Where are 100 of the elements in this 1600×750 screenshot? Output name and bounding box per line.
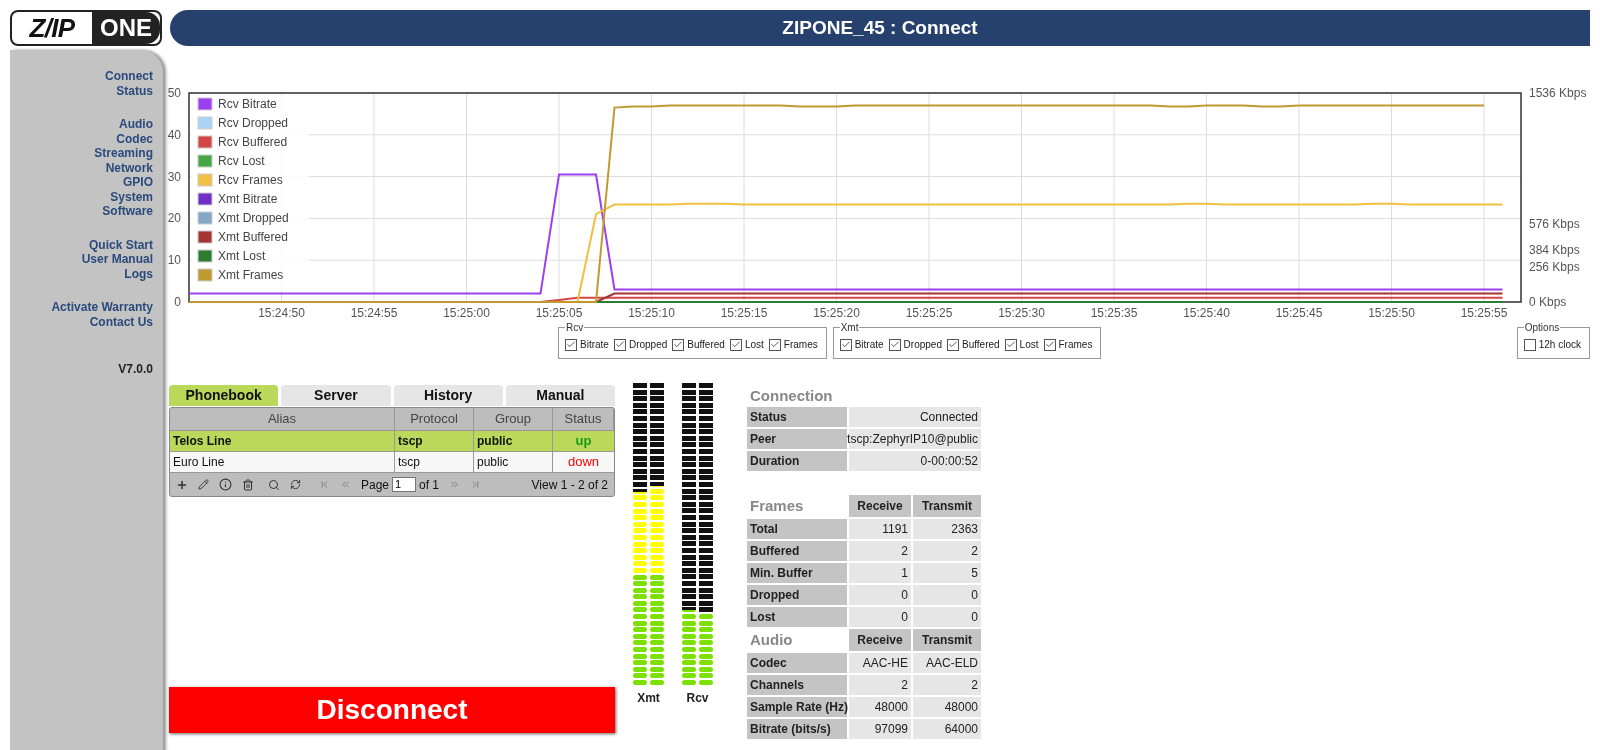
row-label: Codec (747, 653, 847, 673)
nav-link[interactable]: Status (116, 83, 153, 98)
status-cell: down (553, 451, 614, 472)
checkbox[interactable] (1004, 338, 1017, 351)
checkbox-label: Bitrate (580, 338, 609, 352)
group-legend: Rcv (565, 320, 585, 335)
nav-link[interactable]: Connect (105, 69, 153, 84)
axis-label: 15:25:55 (1460, 306, 1508, 320)
nav-link[interactable]: Activate Warranty (51, 300, 153, 315)
checkbox-label: 12h clock (1538, 338, 1581, 352)
delete-icon[interactable] (242, 478, 254, 491)
checkbox[interactable] (729, 338, 742, 351)
table-cell: 0 (849, 607, 911, 627)
nav-link[interactable]: Codec (116, 131, 153, 146)
axis-label: 0 (174, 295, 181, 309)
legend-label: Rcv Buffered (218, 135, 288, 149)
checkbox[interactable] (565, 338, 577, 351)
checkbox-label: Frames (783, 338, 818, 352)
axis-label: 10 (167, 253, 181, 268)
column-header: Receive (849, 495, 911, 517)
add-icon[interactable] (176, 478, 188, 491)
row-label: Dropped (747, 585, 847, 605)
checkbox[interactable] (839, 338, 852, 351)
tab[interactable]: Server (281, 385, 391, 406)
row-label: Duration (747, 451, 847, 471)
info-icon[interactable] (219, 478, 232, 491)
meter-label: Xmt (637, 690, 660, 707)
table-cell: 2 (849, 675, 911, 695)
checkbox[interactable] (613, 338, 626, 351)
checkbox-label: Lost (744, 338, 764, 352)
row-label: Sample Rate (Hz) (747, 697, 847, 717)
checkbox[interactable] (1523, 338, 1536, 351)
nav-link[interactable]: Contact Us (89, 314, 153, 329)
checkbox-label: Dropped (903, 338, 942, 352)
axis-label: 40 (167, 127, 181, 142)
axis-label: 15:25:30 (998, 306, 1045, 320)
section-title: Audio (749, 629, 794, 650)
checkbox-label: Lost (1019, 338, 1039, 352)
tab[interactable]: Phonebook (169, 385, 279, 406)
section-title: Connection (749, 385, 834, 406)
table-cell: 0-00:00:52 (849, 451, 981, 471)
axis-label: 15:25:25 (905, 306, 953, 320)
section-title: Frames (749, 495, 805, 516)
table-cell[interactable]: Telos Line (170, 430, 395, 451)
nav-link[interactable]: User Manual (81, 252, 153, 267)
table-cell: public (474, 451, 553, 472)
table-cell: 1 (849, 563, 911, 583)
checkbox[interactable] (888, 338, 901, 351)
group-legend: Options (1523, 320, 1561, 335)
table-cell: 1191 (849, 519, 911, 539)
nav-link[interactable]: Quick Start (88, 237, 153, 252)
row-label: Lost (747, 607, 847, 627)
legend-label: Xmt Dropped (218, 211, 289, 225)
axis-label: 20 (167, 211, 181, 226)
nav-link[interactable]: System (110, 189, 153, 204)
axis-label: 15:25:05 (535, 306, 583, 320)
table-cell: 0 (913, 607, 981, 627)
nav-link[interactable]: Logs (124, 266, 153, 281)
page-count: of 1 (419, 476, 440, 494)
table-cell: Connected (849, 407, 981, 427)
checkbox-label: Bitrate (854, 338, 884, 352)
axis-label: 50 (167, 86, 181, 100)
axis-label: 15:25:00 (443, 306, 490, 320)
legend-label: Xmt Buffered (218, 230, 288, 244)
checkbox[interactable] (672, 338, 685, 351)
nav-link[interactable]: Software (102, 204, 153, 219)
table-cell: tscp:ZephyrIP10@public (849, 429, 981, 449)
checkbox[interactable] (768, 338, 781, 351)
group-legend: Xmt (839, 320, 860, 335)
disconnect-button[interactable]: Disconnect (169, 687, 615, 733)
search-icon[interactable] (268, 478, 280, 491)
page-label: Page (361, 476, 390, 494)
record-count: View 1 - 2 of 2 (531, 476, 608, 494)
checkbox[interactable] (946, 338, 959, 351)
axis-label: 15:25:20 (813, 306, 860, 320)
tab[interactable]: History (393, 385, 503, 406)
checkbox[interactable] (1043, 338, 1056, 351)
axis-label: 15:25:40 (1183, 306, 1230, 320)
row-label: Min. Buffer (747, 563, 847, 583)
table-cell: 2 (913, 675, 981, 695)
axis-label: 256 Kbps (1529, 260, 1580, 275)
legend-label: Rcv Lost (218, 154, 265, 168)
legend-label: Xmt Bitrate (218, 192, 278, 206)
page-field[interactable]: 1 (392, 477, 417, 492)
nav-link[interactable]: Audio (119, 117, 153, 132)
checkbox-label: Buffered (961, 338, 1000, 352)
tab[interactable]: Manual (505, 385, 615, 406)
table-cell[interactable]: Euro Line (170, 451, 395, 472)
nav-link[interactable]: GPIO (123, 175, 153, 190)
axis-label: 15:25:10 (628, 306, 675, 320)
nav-link[interactable]: Streaming (94, 146, 153, 161)
nav-link[interactable]: Network (105, 160, 153, 175)
edit-icon[interactable] (198, 479, 209, 490)
refresh-icon[interactable] (290, 479, 301, 490)
table-cell: AAC-ELD (913, 653, 981, 673)
logo: Z/IP ONE (10, 10, 162, 46)
axis-label: 15:25:15 (720, 306, 768, 320)
table-cell: 2 (913, 541, 981, 561)
column-header: Transmit (913, 629, 981, 651)
row-label: Total (747, 519, 847, 539)
